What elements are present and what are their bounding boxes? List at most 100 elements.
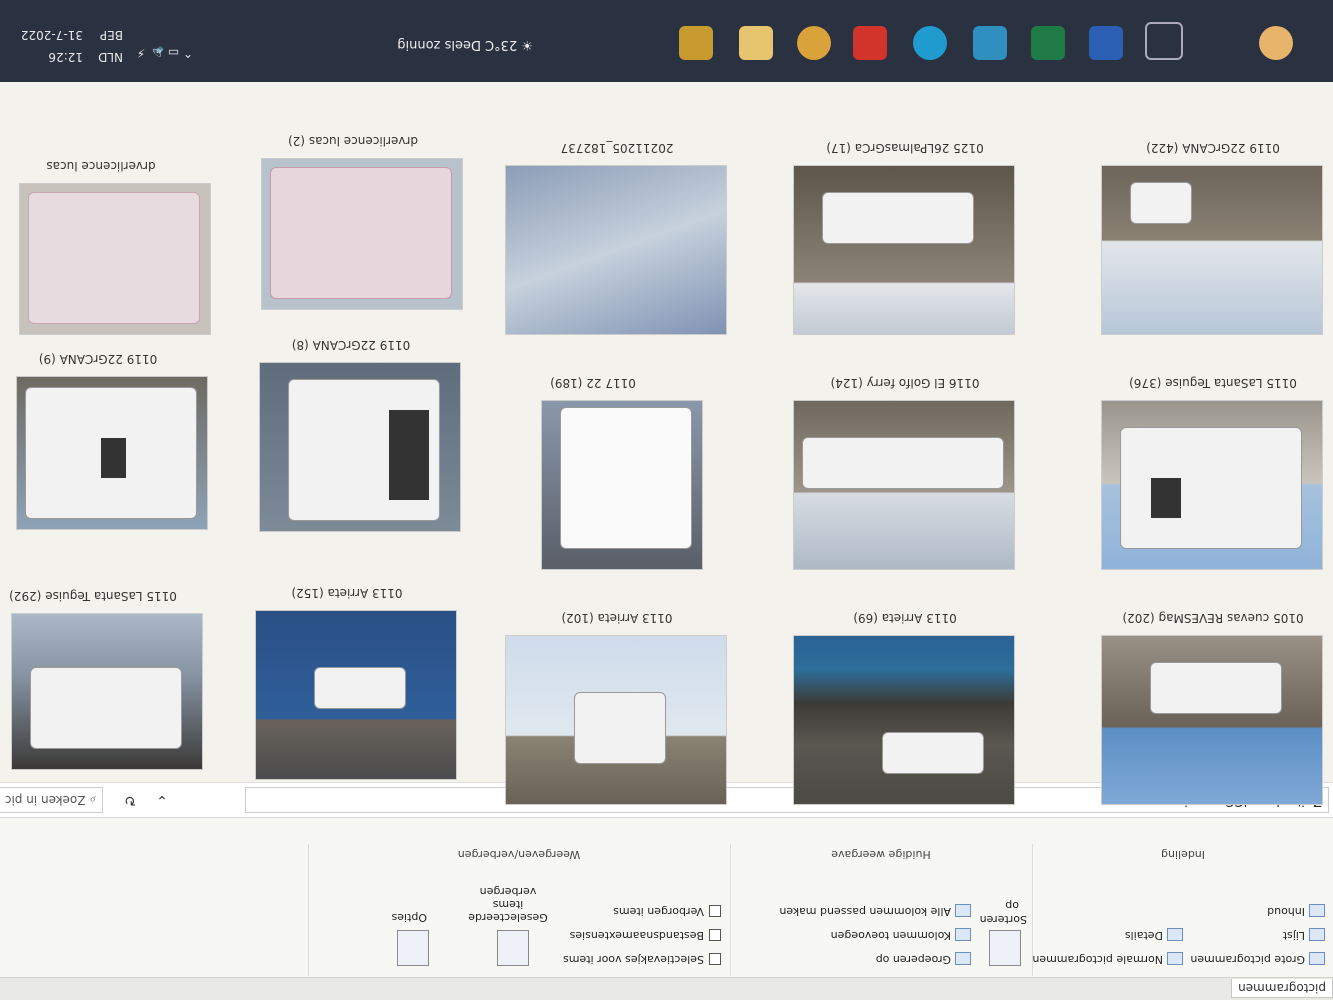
- camper-van: [822, 192, 974, 244]
- refresh-icon[interactable]: ↻: [119, 789, 141, 811]
- thumbnail: [793, 635, 1015, 805]
- license-document: [270, 167, 452, 299]
- task-view-icon[interactable]: [1145, 22, 1183, 60]
- hide-selected-button[interactable]: Geselecteerde items verbergen: [463, 885, 553, 924]
- acrobat-icon[interactable]: [853, 26, 887, 60]
- file-name: 0117 22 (189): [550, 376, 636, 390]
- file-tile[interactable]: 20211205_182737: [505, 141, 727, 335]
- show-hide-group-title: Weergeven/verbergen: [457, 848, 581, 861]
- clock-time[interactable]: 12:26: [48, 50, 83, 64]
- file-tile[interactable]: 0119 22GrCANA (8): [241, 338, 461, 532]
- thumbnail: [541, 400, 703, 570]
- add-columns-icon: [955, 928, 971, 942]
- file-tile[interactable]: 0119 22GrCANA (9): [0, 352, 208, 530]
- weather-widget[interactable]: ☀ 23°C Deels zonnig: [397, 37, 533, 52]
- file-name: 0125 26LPalmasGrCa (17): [826, 141, 984, 155]
- details-icon: [1167, 928, 1183, 942]
- camper-van: [30, 667, 182, 749]
- file-name: drverlicence lucas: [46, 159, 156, 173]
- thumbnail: [1101, 635, 1323, 805]
- sort-sub-label: op: [1005, 899, 1019, 912]
- file-extensions-toggle[interactable]: Bestandsnaamextensies: [570, 929, 721, 942]
- license-document: [28, 192, 200, 324]
- group-by-button[interactable]: Groeperen op: [876, 952, 971, 966]
- thumbnail: [505, 635, 727, 805]
- file-tile[interactable]: 0115 LaSanta Teguise (376): [1101, 376, 1323, 570]
- large-icons-option[interactable]: Grote pictogrammen: [1190, 952, 1325, 966]
- camper-van: [288, 379, 440, 521]
- large-icons-icon: [1309, 952, 1325, 966]
- sort-icon[interactable]: [989, 930, 1021, 966]
- file-tile[interactable]: 0117 22 (189): [483, 376, 703, 570]
- thumbnail: [1101, 400, 1323, 570]
- camper-van: [802, 437, 1004, 489]
- camper-van: [1150, 662, 1282, 714]
- system-tray-icons[interactable]: ⌃ ▭ 🔈 ⚡: [137, 46, 193, 60]
- search-icon: ⌕: [85, 793, 96, 807]
- file-tile[interactable]: 0113 Arrieta (152): [237, 586, 457, 780]
- file-name: 0115 LaSanta Teguise (376): [1129, 376, 1297, 390]
- thumbnail: [11, 613, 203, 770]
- fit-columns-button[interactable]: Alle kolommen passend maken: [779, 904, 971, 918]
- word-icon[interactable]: [1089, 26, 1123, 60]
- file-tile[interactable]: 0105 cuevas REVESMag (202): [1101, 611, 1323, 805]
- search-input[interactable]: ⌕ Zoeken in pic: [0, 787, 103, 813]
- camper-van: [1120, 427, 1302, 549]
- options-button[interactable]: Opties: [391, 911, 427, 924]
- show-hide-group: Selectievakjes voor items Bestandsnaamex…: [308, 844, 729, 976]
- ribbon-tab-strip: pictogrammen: [0, 977, 1333, 1000]
- list-option[interactable]: Lijst: [1283, 928, 1325, 942]
- normal-icons-icon: [1167, 952, 1183, 966]
- file-tile[interactable]: 0113 Arrieta (69): [793, 611, 1015, 805]
- list-icon: [1309, 928, 1325, 942]
- car: [560, 407, 692, 549]
- thumbnail: [259, 362, 461, 532]
- details-option[interactable]: Details: [1125, 928, 1183, 942]
- file-explorer-icon[interactable]: [739, 26, 773, 60]
- normal-icons-option[interactable]: Normale pictogrammen: [1032, 952, 1183, 966]
- hide-selected-icon[interactable]: [497, 930, 529, 966]
- thumbnail: [255, 610, 457, 780]
- file-tile[interactable]: 0116 El Golfo ferry (124): [793, 376, 1015, 570]
- file-tile[interactable]: drverlicence lucas (2): [243, 134, 463, 310]
- clock-date[interactable]: 31-7-2022: [21, 28, 83, 42]
- excel-icon[interactable]: [1031, 26, 1065, 60]
- tab-pictogrammen[interactable]: pictogrammen: [1231, 979, 1333, 998]
- chrome-icon[interactable]: [797, 26, 831, 60]
- layout-group: Grote pictogrammen Normale pictogrammen …: [1032, 844, 1333, 976]
- camper-van: [25, 387, 197, 519]
- file-name: drverlicence lucas (2): [288, 134, 418, 148]
- file-tile[interactable]: drverlicence lucas: [0, 159, 211, 335]
- taskbar: ☀ 23°C Deels zonnig ⌃ ▭ 🔈 ⚡ NLD BEP 12:2…: [0, 0, 1333, 82]
- add-columns-button[interactable]: Kolommen toevoegen: [831, 928, 971, 942]
- fit-columns-icon: [955, 904, 971, 918]
- m-app-icon[interactable]: [679, 26, 713, 60]
- file-tile[interactable]: 0119 22GrCANA (422): [1101, 141, 1323, 335]
- content-icon: [1309, 904, 1325, 918]
- file-explorer-window: pictogrammen Grote pictogrammen Normale …: [0, 0, 1333, 1000]
- chevron-down-icon[interactable]: ⌄: [151, 789, 173, 811]
- sort-button[interactable]: Sorteren: [980, 913, 1027, 926]
- file-tile[interactable]: 0115 LaSanta Teguise (292): [0, 589, 203, 770]
- checkbox-icon: [709, 905, 721, 917]
- camper-van: [314, 667, 406, 709]
- file-tile[interactable]: 0113 Arrieta (102): [505, 611, 727, 805]
- search-icon[interactable]: [1259, 26, 1293, 60]
- file-name: 0105 cuevas REVESMag (202): [1122, 611, 1304, 625]
- language-indicator[interactable]: NLD: [98, 50, 123, 64]
- item-checkboxes-toggle[interactable]: Selectievakjes voor items: [563, 953, 721, 966]
- thumbnail: [16, 376, 208, 530]
- content-option[interactable]: Inhoud: [1267, 904, 1325, 918]
- file-name: 0119 22GrCANA (8): [291, 338, 411, 352]
- checkbox-icon: [709, 929, 721, 941]
- edge-icon[interactable]: [913, 26, 947, 60]
- options-icon[interactable]: [397, 930, 429, 966]
- file-name: 0119 22GrCANA (9): [38, 352, 158, 366]
- file-tile[interactable]: 0125 26LPalmasGrCa (17): [793, 141, 1015, 335]
- teams-icon[interactable]: [973, 26, 1007, 60]
- group-by-icon: [955, 952, 971, 966]
- hidden-items-toggle[interactable]: Verborgen items: [613, 905, 721, 918]
- thumbnail: [793, 400, 1015, 570]
- current-view-group-title: Huidige weergave: [831, 848, 931, 861]
- sun-icon: ☀: [517, 37, 533, 52]
